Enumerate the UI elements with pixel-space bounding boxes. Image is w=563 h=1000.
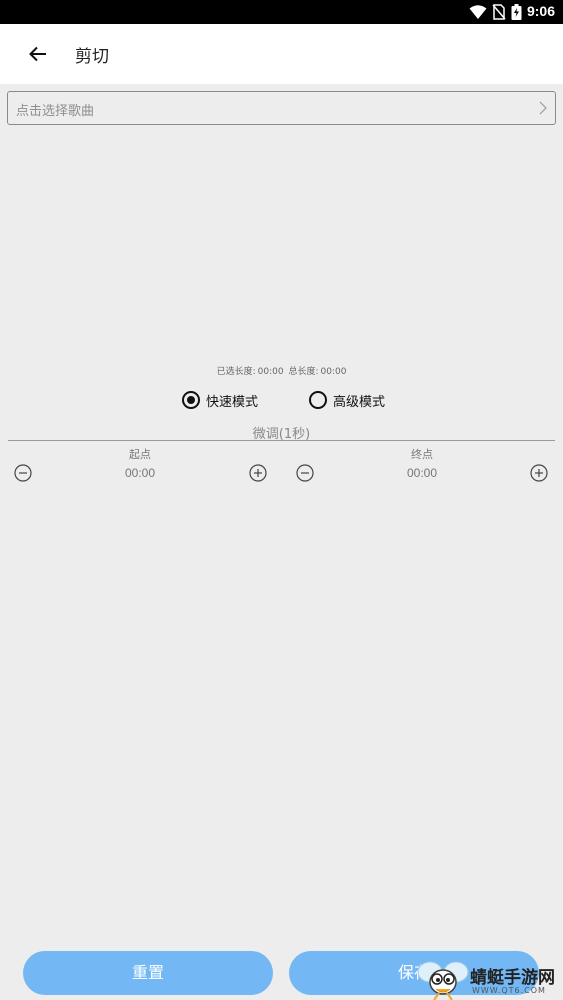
end-minus-icon[interactable]	[295, 463, 315, 483]
total-length-value: 00:00	[320, 367, 347, 377]
radio-quick-mode[interactable]: 快速模式	[182, 389, 258, 411]
chevron-right-icon	[539, 101, 547, 115]
radio-advanced-mode-label: 高级模式	[333, 394, 386, 410]
arrow-left-icon	[29, 46, 46, 62]
app-bar: 剪切	[0, 24, 563, 84]
start-plus-icon[interactable]	[248, 463, 268, 483]
clock: 9:06	[526, 3, 555, 19]
song-picker[interactable]: 点击选择歌曲	[7, 91, 556, 125]
watermark-url: WWW.QT6.COM	[472, 986, 546, 995]
wifi-icon	[469, 5, 487, 19]
radio-quick-mode-label: 快速模式	[206, 394, 259, 410]
watermark-text: 蜻蜓手游网	[470, 968, 555, 988]
battery-icon	[511, 4, 522, 20]
dragonfly-logo-icon	[417, 961, 469, 1000]
radio-advanced-mode[interactable]: 高级模式	[309, 389, 385, 411]
divider	[8, 440, 555, 441]
end-plus-icon[interactable]	[529, 463, 549, 483]
reset-button[interactable]: 重置	[23, 951, 273, 995]
radio-checked-icon	[182, 391, 200, 409]
no-sim-icon	[492, 4, 506, 20]
end-point-label: 终点	[411, 448, 433, 461]
song-picker-placeholder: 点击选择歌曲	[16, 104, 95, 119]
watermark: 蜻蜓手游网 WWW.QT6.COM	[416, 960, 563, 1000]
start-point-label: 起点	[129, 448, 151, 461]
page-title: 剪切	[75, 47, 109, 67]
status-bar: 9:06	[0, 0, 563, 24]
radio-unchecked-icon	[309, 391, 327, 409]
back-button[interactable]	[22, 38, 54, 70]
length-info: 已选长度: 00:00 总长度: 00:00	[0, 364, 563, 377]
start-point-value: 00:00	[124, 466, 156, 480]
selected-length-value: 00:00	[257, 367, 284, 377]
start-minus-icon[interactable]	[13, 463, 33, 483]
selected-length-label: 已选长度:	[216, 367, 256, 377]
end-point-value: 00:00	[406, 466, 438, 480]
total-length-label: 总长度:	[288, 367, 319, 377]
